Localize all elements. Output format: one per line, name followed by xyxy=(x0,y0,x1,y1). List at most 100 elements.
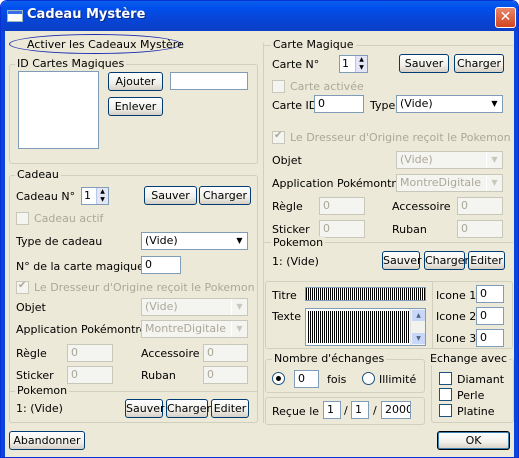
gift-number-value: 1 xyxy=(84,189,91,202)
gift-pokemon-edit-button[interactable]: Editer xyxy=(211,399,249,418)
card-app-value: MontreDigitale xyxy=(400,176,481,189)
icon2-input[interactable]: 0 xyxy=(476,307,504,325)
card-id-input[interactable]: 0 xyxy=(314,95,364,113)
scroll-up-icon[interactable]: ▲ xyxy=(412,310,425,321)
card-pokemon-value: 1: (Vide) xyxy=(272,255,319,268)
card-accessory-input[interactable]: 0 xyxy=(457,197,503,215)
diamond-label: Diamant xyxy=(457,373,505,386)
card-accessory-label: Accessoire xyxy=(392,200,451,213)
chevron-down-icon: ▼ xyxy=(231,299,247,315)
scroll-down-icon[interactable]: ▼ xyxy=(412,333,425,344)
gift-accessory-input[interactable]: 0 xyxy=(203,344,248,362)
card-ot-checkbox[interactable]: ✔ xyxy=(272,130,285,144)
gift-app-value: MontreDigitale xyxy=(145,322,226,335)
received-year-input[interactable]: 2000 xyxy=(381,401,411,419)
exchanges-count-radio[interactable] xyxy=(272,372,285,385)
card-object-value: (Vide) xyxy=(400,153,433,166)
gift-type-value: (Vide) xyxy=(145,234,178,247)
card-text-area[interactable]: ▲ ▼ xyxy=(305,308,426,346)
gift-object-select[interactable]: (Vide) ▼ xyxy=(141,298,248,316)
text-scrollbar[interactable]: ▲ ▼ xyxy=(410,309,425,345)
card-ribbon-label: Ruban xyxy=(392,223,427,236)
gift-legend: Cadeau xyxy=(15,168,61,181)
platinum-checkbox[interactable] xyxy=(439,404,452,417)
icon3-input[interactable]: 0 xyxy=(476,329,504,347)
card-pokemon-save-button[interactable]: Sauver xyxy=(382,251,422,270)
gift-card-number-input[interactable]: 0 xyxy=(141,256,181,274)
card-pokemon-load-button[interactable]: Charger xyxy=(424,251,469,270)
spin-down-icon[interactable]: ▼ xyxy=(355,64,367,72)
gift-ribbon-input[interactable]: 0 xyxy=(203,366,248,384)
received-label: Reçue le xyxy=(272,405,320,418)
id-cards-list[interactable] xyxy=(18,71,99,149)
gift-accessory-label: Accessoire xyxy=(141,347,200,360)
activate-mystery-gifts-link[interactable]: Activer les Cadeaux Mystère xyxy=(27,38,184,51)
remove-button[interactable]: Enlever xyxy=(108,97,163,116)
card-pokemon-legend: Pokemon xyxy=(271,236,326,249)
gift-active-checkbox[interactable] xyxy=(16,212,29,225)
dialog-window: Cadeau Mystère ✕ Activer les Cadeaux Mys… xyxy=(0,0,519,458)
icon1-input[interactable]: 0 xyxy=(476,285,504,303)
date-separator-2: / xyxy=(373,404,377,417)
gift-app-label: Application Pokémontre xyxy=(16,323,147,336)
gift-active-label: Cadeau actif xyxy=(34,212,104,225)
gift-number-spinner[interactable]: 1 ▲ ▼ xyxy=(81,187,109,205)
card-load-button[interactable]: Charger xyxy=(454,54,504,73)
card-number-spinner[interactable]: 1 ▲ ▼ xyxy=(339,55,368,73)
card-object-label: Objet xyxy=(272,154,302,167)
received-month-input[interactable]: 1 xyxy=(351,401,369,419)
id-card-input[interactable] xyxy=(170,72,248,90)
right-border xyxy=(514,31,518,457)
card-app-select[interactable]: MontreDigitale ▼ xyxy=(396,174,503,192)
exchanges-count-input[interactable]: 0 xyxy=(294,370,319,388)
abandon-button[interactable]: Abandonner xyxy=(9,431,85,450)
gift-app-select[interactable]: MontreDigitale ▼ xyxy=(141,320,248,338)
spin-down-icon[interactable]: ▼ xyxy=(96,196,108,204)
window-icon xyxy=(7,10,23,22)
gift-pokemon-save-button[interactable]: Sauver xyxy=(125,399,165,418)
card-type-select[interactable]: (Vide) ▼ xyxy=(396,95,503,113)
card-active-checkbox[interactable] xyxy=(272,80,285,93)
gift-object-label: Objet xyxy=(16,301,46,314)
gift-rule-input[interactable]: 0 xyxy=(67,344,113,362)
card-ribbon-input[interactable]: 0 xyxy=(457,220,503,238)
card-rule-input[interactable]: 0 xyxy=(319,197,365,215)
diamond-checkbox[interactable] xyxy=(439,372,452,385)
card-active-label: Carte activée xyxy=(290,80,364,93)
gift-ot-label: Le Dresseur d'Origine reçoit le Pokemon xyxy=(34,281,255,294)
card-title-label: Titre xyxy=(272,289,297,302)
card-title-input[interactable] xyxy=(305,287,426,301)
gift-type-label: Type de cadeau xyxy=(16,235,103,248)
gift-load-button[interactable]: Charger xyxy=(199,186,251,205)
spin-up-icon[interactable]: ▲ xyxy=(355,56,367,64)
chevron-down-icon[interactable]: ▼ xyxy=(486,96,502,112)
exchanges-legend: Nombre d'échanges xyxy=(272,352,387,365)
icon1-label: Icone 1 xyxy=(436,289,477,302)
card-rule-label: Règle xyxy=(272,200,303,213)
add-button[interactable]: Ajouter xyxy=(108,72,163,91)
unlimited-radio[interactable] xyxy=(362,372,375,385)
card-pokemon-edit-button[interactable]: Editer xyxy=(468,251,505,270)
gift-pokemon-load-button[interactable]: Charger xyxy=(166,399,211,418)
gift-sticker-input[interactable]: 0 xyxy=(67,366,113,384)
card-number-value: 1 xyxy=(342,57,349,70)
chevron-down-icon[interactable]: ▼ xyxy=(231,233,247,249)
received-day-input[interactable]: 1 xyxy=(323,401,341,419)
gift-type-select[interactable]: (Vide) ▼ xyxy=(141,232,248,250)
card-save-button[interactable]: Sauver xyxy=(399,54,449,73)
pearl-checkbox[interactable] xyxy=(439,388,452,401)
gift-pokemon-value: 1: (Vide) xyxy=(16,402,63,415)
chevron-down-icon: ▼ xyxy=(486,152,502,168)
title-bar: Cadeau Mystère ✕ xyxy=(1,1,518,31)
gift-ot-checkbox[interactable]: ✔ xyxy=(16,280,29,294)
window-title: Cadeau Mystère xyxy=(27,7,146,22)
gift-save-button[interactable]: Sauver xyxy=(144,186,197,205)
spin-up-icon[interactable]: ▲ xyxy=(96,188,108,196)
card-app-label: Application Pokémontre xyxy=(272,177,403,190)
card-sticker-input[interactable]: 0 xyxy=(319,220,365,238)
gift-sticker-label: Sticker xyxy=(16,369,54,382)
exchange-with-legend: Echange avec xyxy=(428,352,509,365)
card-object-select[interactable]: (Vide) ▼ xyxy=(396,151,503,169)
ok-button[interactable]: OK xyxy=(437,431,510,450)
close-button[interactable]: ✕ xyxy=(495,7,516,28)
